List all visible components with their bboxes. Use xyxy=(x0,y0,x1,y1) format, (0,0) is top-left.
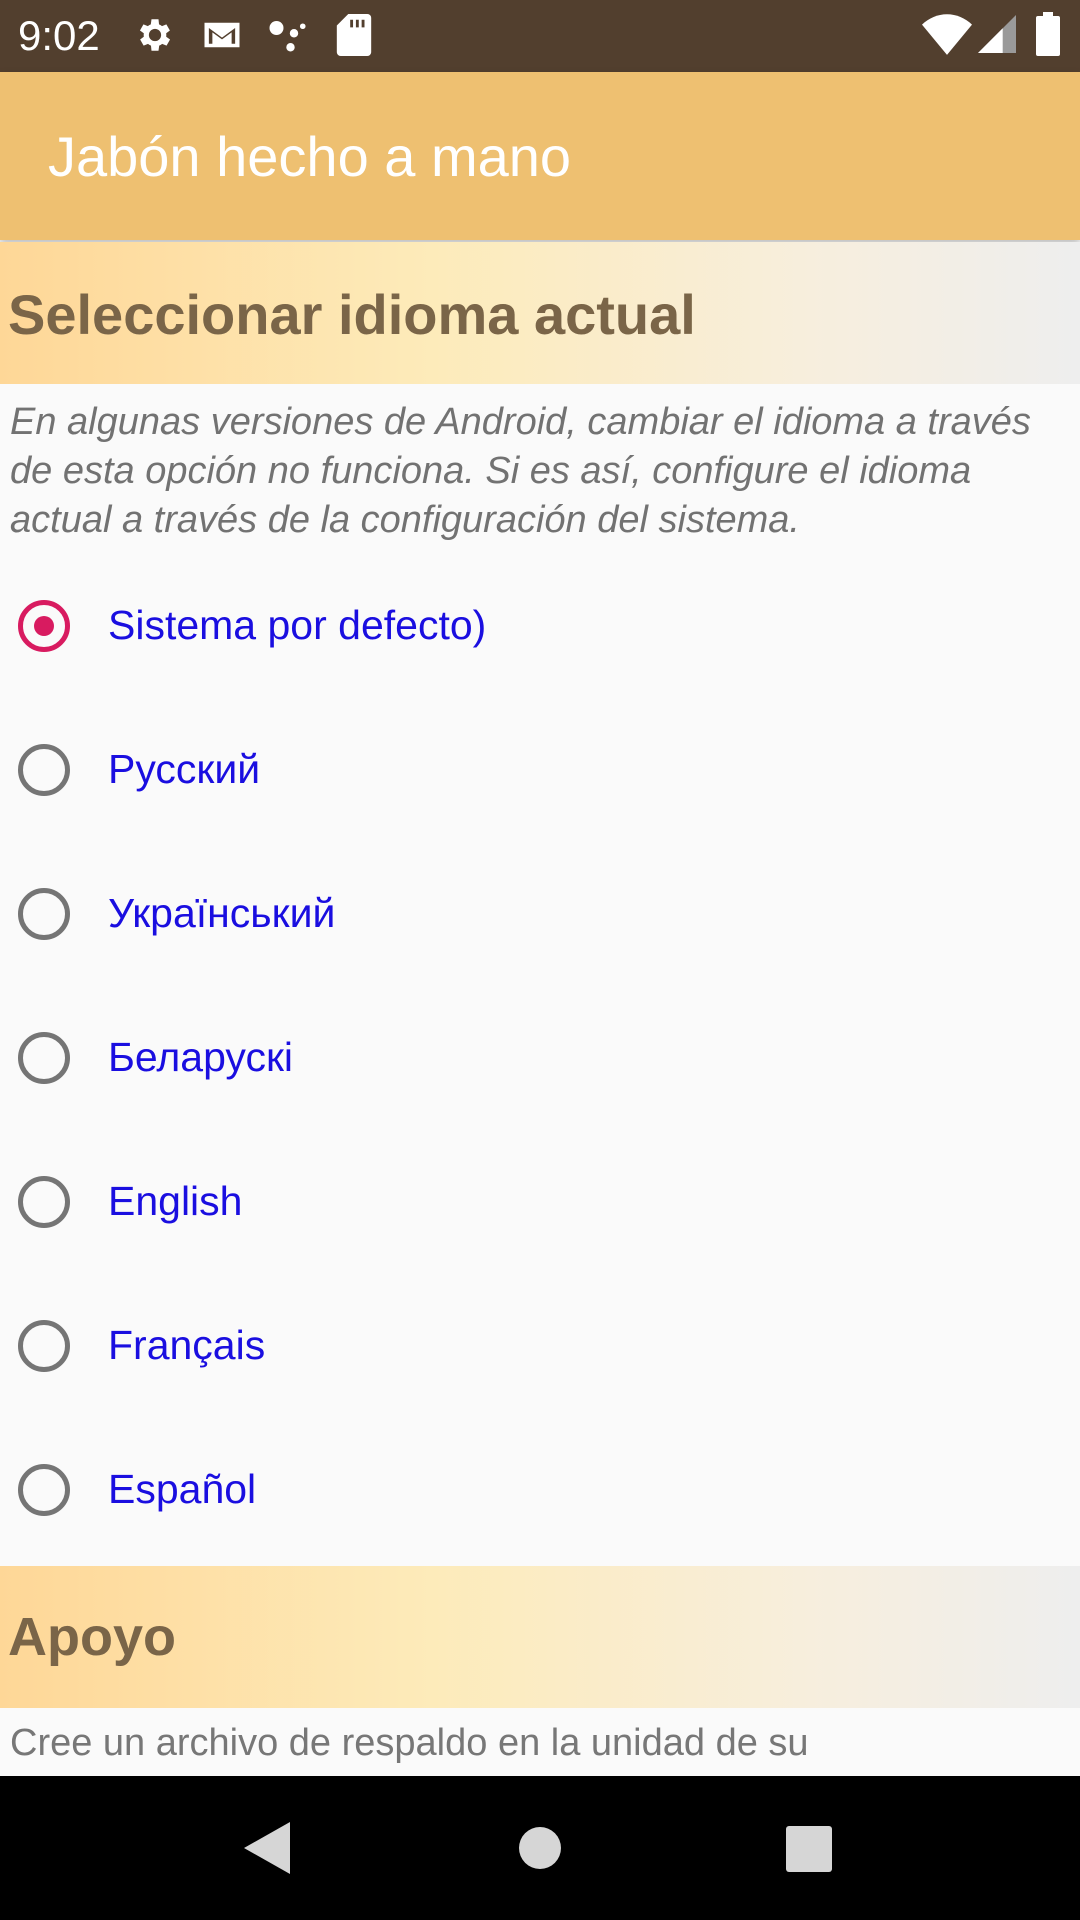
language-section-title: Seleccionar idioma actual xyxy=(8,283,696,346)
radio-button-checked[interactable] xyxy=(18,600,70,652)
home-icon[interactable] xyxy=(518,1826,562,1875)
language-option-ukrainian[interactable]: Український xyxy=(0,846,1080,990)
language-option-label: Sistema por defecto) xyxy=(108,602,487,648)
language-option-belarusian[interactable]: Беларускі xyxy=(0,990,1080,1134)
language-section-header: Seleccionar idioma actual xyxy=(0,242,1080,384)
backup-description: Cree un archivo de respaldo en la unidad… xyxy=(10,1722,809,1764)
navigation-bar xyxy=(0,1776,1080,1920)
radio-button[interactable] xyxy=(18,888,70,940)
radio-dot xyxy=(34,616,54,636)
gmail-icon xyxy=(200,14,244,61)
language-option-label: Español xyxy=(108,1466,257,1512)
language-option-russian[interactable]: Русский xyxy=(0,702,1080,846)
language-notice: En algunas versiones de Android, cambiar… xyxy=(10,401,1031,541)
radio-button[interactable] xyxy=(18,1176,70,1228)
signal-icon xyxy=(978,14,1016,59)
recents-icon[interactable] xyxy=(786,1826,832,1877)
app-title: Jabón hecho a mano xyxy=(48,125,572,188)
language-option-spanish[interactable]: Español xyxy=(0,1422,1080,1566)
back-icon[interactable] xyxy=(244,1822,290,1879)
backup-section-header: Apoyo xyxy=(0,1566,1080,1708)
assistant-dots-icon xyxy=(264,14,310,61)
gear-icon xyxy=(134,14,176,61)
battery-icon xyxy=(1036,12,1060,61)
radio-button[interactable] xyxy=(18,1032,70,1084)
language-option-french[interactable]: Français xyxy=(0,1278,1080,1422)
language-option-label: Русский xyxy=(108,746,261,792)
radio-button[interactable] xyxy=(18,1320,70,1372)
language-option-label: Український xyxy=(108,890,336,936)
language-option-label: English xyxy=(108,1178,243,1224)
wifi-icon xyxy=(922,12,972,61)
language-option-system-default[interactable]: Sistema por defecto) xyxy=(0,558,1080,702)
radio-button[interactable] xyxy=(18,1464,70,1516)
language-option-label: Беларускі xyxy=(108,1034,294,1080)
language-option-label: Français xyxy=(108,1322,266,1368)
sd-card-icon xyxy=(336,14,372,61)
status-time: 9:02 xyxy=(18,12,100,59)
status-bar: 9:02 xyxy=(0,0,1080,72)
backup-section-title: Apoyo xyxy=(8,1607,176,1667)
app-bar: Jabón hecho a mano xyxy=(0,72,1080,240)
radio-button[interactable] xyxy=(18,744,70,796)
language-option-english[interactable]: English xyxy=(0,1134,1080,1278)
